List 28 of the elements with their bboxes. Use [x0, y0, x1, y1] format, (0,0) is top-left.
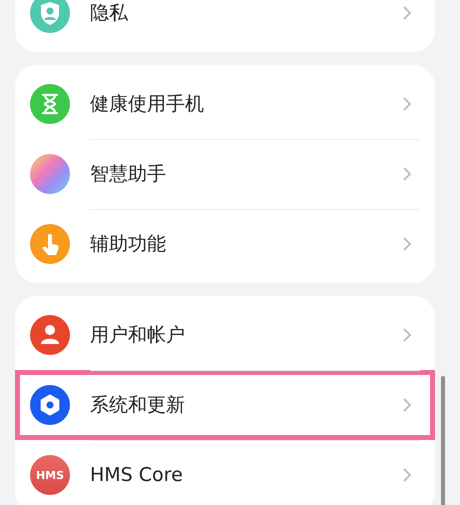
settings-label: 健康使用手机: [90, 92, 205, 117]
chevron-right-icon: [402, 96, 412, 112]
settings-icon: [30, 385, 70, 425]
settings-label: 用户和帐户: [90, 323, 186, 348]
scroll-bar[interactable]: [441, 376, 445, 505]
settings-label: 智慧助手: [90, 162, 167, 187]
settings-label: HMS Core: [90, 464, 184, 486]
settings-row[interactable]: 智慧助手: [15, 139, 435, 209]
chevron-right-icon: [402, 236, 412, 252]
settings-row[interactable]: 用户和帐户: [15, 300, 435, 370]
person-icon: [30, 315, 70, 355]
gradient-orb-icon: [30, 154, 70, 194]
chevron-right-icon: [402, 5, 412, 21]
chevron-right-icon: [402, 327, 412, 343]
chevron-right-icon: [402, 166, 412, 182]
settings-row[interactable]: 健康使用手机: [15, 69, 435, 139]
settings-row[interactable]: 辅助功能: [15, 209, 435, 279]
hand-icon: [30, 224, 70, 264]
settings-label: 系统和更新: [90, 393, 186, 418]
hms-icon: HMS: [30, 455, 70, 495]
settings-row[interactable]: 系统和更新: [15, 370, 435, 440]
settings-row[interactable]: HMS HMS Core: [15, 440, 435, 505]
chevron-right-icon: [402, 467, 412, 483]
settings-label: 隐私: [90, 1, 129, 26]
settings-row[interactable]: 隐私: [15, 0, 435, 48]
hourglass-icon: [30, 84, 70, 124]
chevron-right-icon: [402, 397, 412, 413]
settings-label: 辅助功能: [90, 232, 167, 257]
